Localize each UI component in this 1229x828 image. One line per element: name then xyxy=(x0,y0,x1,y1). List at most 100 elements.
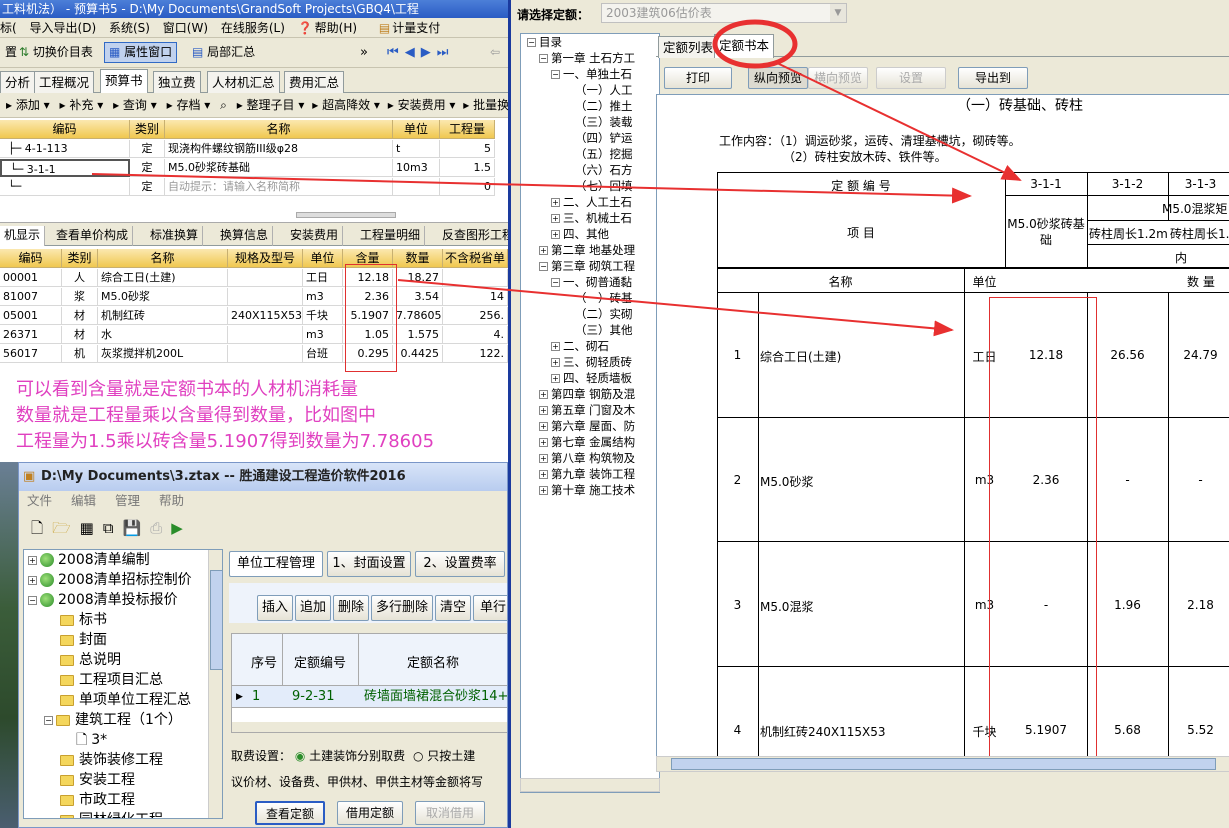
tab-unit-price[interactable]: 查看单价构成 xyxy=(52,226,134,246)
menu-item[interactable]: 在线服务(L) xyxy=(221,21,285,35)
radio-separate[interactable]: ◉ 土建装饰分别取费 xyxy=(295,749,405,763)
menu-item[interactable]: 帮助 xyxy=(159,493,184,508)
column-header[interactable]: 编码 xyxy=(0,120,130,139)
tree-item[interactable]: 🗋 3* xyxy=(76,730,107,750)
multi-delete-button[interactable]: 多行删除 xyxy=(371,595,433,621)
expand-icon[interactable]: − xyxy=(551,70,560,79)
tab-standard-convert[interactable]: 标准换算 xyxy=(146,226,204,246)
menu-item[interactable]: ▤ 计量支付 xyxy=(379,21,449,35)
insert-button[interactable]: 插入 xyxy=(257,595,293,621)
settings-button[interactable]: 设置 xyxy=(876,67,946,89)
chapter-tree-item[interactable]: − 第一章 土石方工 xyxy=(539,50,635,66)
single-row-button[interactable]: 单行 xyxy=(473,595,507,621)
chapter-tree-item[interactable]: + 二、人工土石 xyxy=(551,194,632,210)
table-row[interactable]: ▶ 1 9-2-31 砖墙面墙裙混合砂浆14+ xyxy=(232,686,507,708)
expand-icon[interactable]: − xyxy=(527,38,536,47)
tab-graphic-query[interactable]: 反查图形工程 xyxy=(438,226,508,246)
open-icon[interactable]: 🗁 xyxy=(52,519,80,537)
tree-item[interactable]: −2008清单投标报价 xyxy=(28,590,178,610)
chapter-tree-item[interactable]: + 第二章 地基处理 xyxy=(539,242,635,258)
expand-icon[interactable]: + xyxy=(551,198,560,207)
vertical-scrollbar[interactable] xyxy=(208,550,222,818)
expand-icon[interactable]: + xyxy=(551,358,560,367)
expand-icon[interactable]: + xyxy=(539,422,548,431)
chapter-tree-item[interactable]: + 四、轻质墙板 xyxy=(551,370,632,386)
tab-analysis[interactable]: 分析 xyxy=(0,71,36,93)
tab-unit-manage[interactable]: 单位工程管理 xyxy=(229,551,323,577)
tab-resource-summary[interactable]: 人材机汇总 xyxy=(207,71,280,93)
tree-item[interactable]: 单项单位工程汇总 xyxy=(60,690,191,710)
menu-item[interactable]: 编辑 xyxy=(71,493,96,508)
chapter-tree-item[interactable]: （二）实砌 xyxy=(563,306,633,322)
horizontal-scrollbar[interactable] xyxy=(520,778,660,792)
expand-icon[interactable]: + xyxy=(539,470,548,479)
menu-item[interactable]: 标( xyxy=(0,21,17,35)
expand-icon[interactable]: + xyxy=(551,214,560,223)
expand-icon[interactable]: + xyxy=(539,454,548,463)
chapter-tree-item[interactable]: + 第八章 构筑物及 xyxy=(539,450,635,466)
tree-item[interactable]: 工程项目汇总 xyxy=(60,670,163,690)
borrow-quota-button[interactable]: 借用定额 xyxy=(337,801,403,825)
expand-icon[interactable]: + xyxy=(551,230,560,239)
radio-civil-only[interactable]: ○ 只按土建 xyxy=(413,749,475,763)
quota-select[interactable]: 2003建筑06估价表 ▼ xyxy=(601,3,847,23)
cancel-borrow-button[interactable]: 取消借用 xyxy=(415,801,485,825)
tab-quota-book[interactable]: 定额书本 xyxy=(714,34,775,58)
expand-icon[interactable]: + xyxy=(539,486,548,495)
save-icon[interactable]: 💾 xyxy=(123,519,151,537)
column-header[interactable]: 定额编号 xyxy=(282,652,358,671)
chapter-tree-item[interactable]: + 第五章 门窗及木 xyxy=(539,402,635,418)
switch-price-button[interactable]: ⇅ 切换价目表 xyxy=(14,42,98,63)
install-fee-button[interactable]: ▸ 安装费用 ▾ xyxy=(388,98,456,112)
chapter-tree-item[interactable]: （三）其他 xyxy=(563,322,633,338)
find-icon[interactable]: ⌕ xyxy=(220,98,227,112)
chapter-tree-item[interactable]: （四）铲运 xyxy=(563,130,633,146)
supplement-button[interactable]: ▸ 补充 ▾ xyxy=(60,98,104,112)
menu-item[interactable]: 文件 xyxy=(27,493,52,508)
tree-icon[interactable]: ▦ xyxy=(80,519,103,537)
expand-icon[interactable]: + xyxy=(539,406,548,415)
tab-independent-fee[interactable]: 独立费 xyxy=(153,71,201,93)
chapter-tree-item[interactable]: − 第三章 砌筑工程 xyxy=(539,258,635,274)
chapter-tree-item[interactable]: + 第七章 金属结构 xyxy=(539,434,635,450)
landscape-preview-button[interactable]: 横向预览 xyxy=(808,67,868,89)
tree-item[interactable]: 安装工程 xyxy=(60,770,135,790)
expand-icon[interactable]: + xyxy=(551,374,560,383)
tidy-button[interactable]: ▸ 整理子目 ▾ xyxy=(237,98,305,112)
tab-overview[interactable]: 工程概况 xyxy=(34,71,95,93)
tab-fee-rate[interactable]: 2、设置费率 xyxy=(415,551,505,577)
chapter-tree-item[interactable]: （七）回填 xyxy=(563,178,633,194)
export-button[interactable]: 导出到 xyxy=(958,67,1028,89)
chapter-tree-item[interactable]: + 第六章 屋面、防 xyxy=(539,418,635,434)
column-header[interactable]: 编码 xyxy=(0,249,62,268)
append-button[interactable]: 追加 xyxy=(295,595,331,621)
new-icon[interactable]: 🗋 xyxy=(31,519,52,537)
chapter-tree-item[interactable]: − 目录 xyxy=(527,34,562,50)
tree-item[interactable]: +2008清单编制 xyxy=(28,550,150,570)
chapter-tree-item[interactable]: （三）装载 xyxy=(563,114,633,130)
expand-icon[interactable]: − xyxy=(44,715,53,725)
tab-budget[interactable]: 预算书 xyxy=(100,69,148,93)
tree-item[interactable]: 封面 xyxy=(60,630,107,650)
expand-icon[interactable]: − xyxy=(551,278,560,287)
clear-button[interactable]: 清空 xyxy=(435,595,471,621)
tab-quota-list[interactable]: 定额列表 xyxy=(658,36,719,58)
tree-item[interactable]: 总说明 xyxy=(60,650,121,670)
expand-icon[interactable]: + xyxy=(539,390,548,399)
menu-item[interactable]: 管理 xyxy=(115,493,140,508)
help-menu[interactable]: ❓ 帮助(H) xyxy=(298,21,366,35)
tab-convert-info[interactable]: 换算信息 xyxy=(216,226,274,246)
add-button[interactable]: ▸ 添加 ▾ xyxy=(6,98,50,112)
menu-item[interactable]: 系统(S) xyxy=(109,21,150,35)
column-header[interactable]: 定额名称 xyxy=(358,652,507,671)
expand-icon[interactable]: + xyxy=(28,555,37,565)
archive-button[interactable]: ▸ 存档 ▾ xyxy=(167,98,211,112)
expand-icon[interactable]: + xyxy=(551,342,560,351)
chapter-tree-item[interactable]: − 一、单独土石 xyxy=(551,66,632,82)
expand-icon[interactable]: + xyxy=(539,438,548,447)
tree-item[interactable]: +2008清单招标控制价 xyxy=(28,570,192,590)
chapter-tree-item[interactable]: + 三、砌轻质砖 xyxy=(551,354,632,370)
column-header[interactable]: 不含税省单 xyxy=(443,249,508,268)
column-header[interactable]: 名称 xyxy=(165,120,393,139)
tree-item[interactable]: 园林绿化工程 xyxy=(60,810,163,818)
